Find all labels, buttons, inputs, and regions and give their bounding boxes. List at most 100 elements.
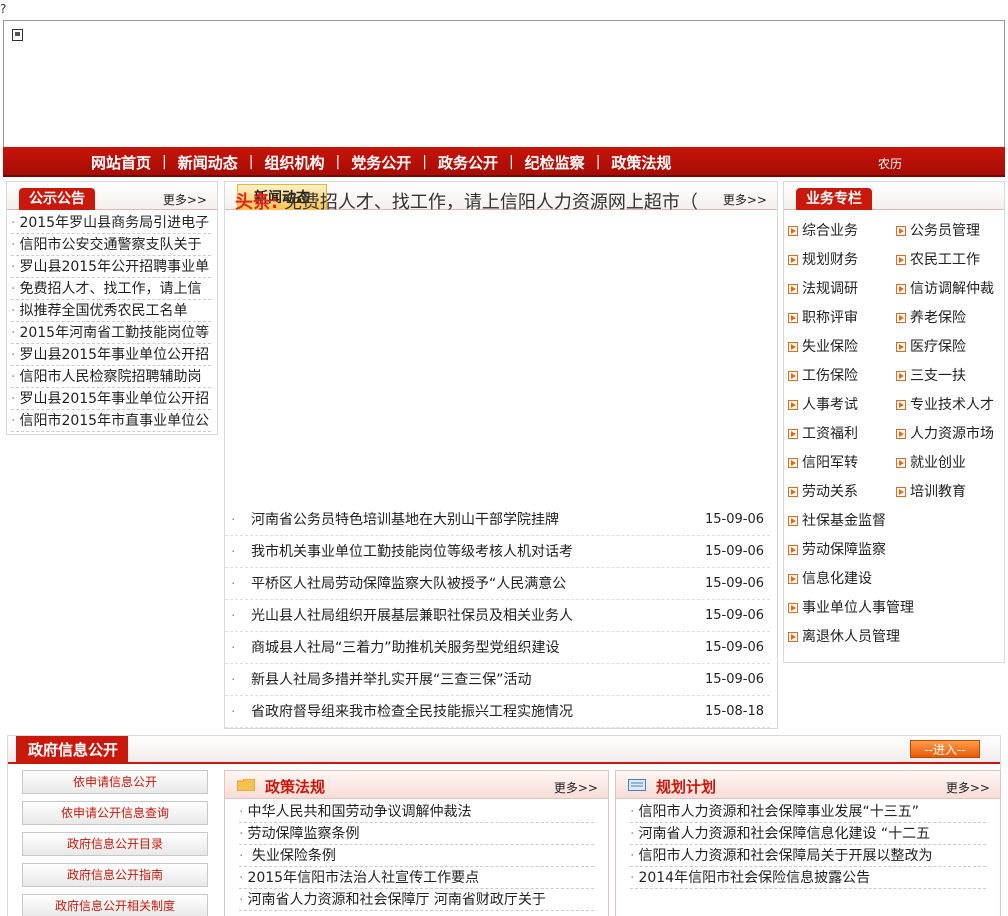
nav-item[interactable]: 政务公开	[438, 152, 498, 173]
bullet-icon: ·	[231, 512, 236, 528]
policy-more-link[interactable]: 更多>>	[554, 779, 598, 796]
policy-item[interactable]: 河南省人力资源和社会保障厅 河南省财政厅关于	[239, 889, 594, 911]
news-date: 15-09-06	[704, 576, 764, 591]
gov-button[interactable]: 政府信息公开指南	[22, 863, 208, 887]
news-title[interactable]: 平桥区人社局劳动保障监察大队被授予“人民满意公	[251, 568, 566, 600]
news-panel: 新闻动态 更多>> 头条: 免费招人才、找工作，请上信阳人力资源网上超市（ · 河…	[224, 181, 778, 729]
gov-button[interactable]: 依申请公开信息查询	[22, 801, 208, 825]
policy-item[interactable]: 2015年信阳市法治人社宣传工作要点	[239, 867, 594, 889]
nav-item[interactable]: 网站首页	[91, 152, 151, 173]
enter-button[interactable]: --进入--	[910, 740, 980, 758]
nav-items: 网站首页 | 新闻动态 | 组织机构 | 党务公开 | 政务公开 | 纪检监察 | 政策法规	[91, 147, 671, 177]
notice-item[interactable]: 罗山县2015年公开招聘事业单	[11, 256, 211, 278]
headline[interactable]: 头条: 免费招人才、找工作，请上信阳人力资源网上超市（	[235, 188, 698, 214]
gov-button[interactable]: 依申请信息公开	[22, 770, 208, 794]
business-link[interactable]: 信息化建设	[788, 568, 872, 588]
business-link[interactable]: 离退休人员管理	[788, 626, 900, 646]
nav-item[interactable]: 政策法规	[611, 152, 671, 173]
policy-title: 政策法规	[265, 778, 326, 796]
news-title[interactable]: 河南省公务员特色培训基地在大别山干部学院挂牌	[251, 504, 559, 536]
policy-item[interactable]: 失业保险条例	[239, 845, 594, 867]
notice-item[interactable]: 信阳市2015年市直事业单位公	[11, 410, 211, 432]
nav-item[interactable]: 党务公开	[351, 152, 411, 173]
business-link[interactable]: 人事考试	[788, 394, 858, 414]
business-link[interactable]: 公务员管理	[896, 220, 980, 240]
stray-glyph: ?	[0, 2, 7, 16]
business-link[interactable]: 事业单位人事管理	[788, 597, 914, 617]
arrow-icon	[788, 545, 798, 555]
nav-item[interactable]: 纪检监察	[525, 152, 585, 173]
news-more-link[interactable]: 更多>>	[723, 191, 767, 208]
business-link[interactable]: 信访调解仲裁	[896, 278, 994, 298]
business-link[interactable]: 职称评审	[788, 307, 858, 327]
news-row[interactable]: · 光山县人社局组织开展基层兼职社保员及相关业务人 15-09-06	[225, 600, 770, 632]
plan-item[interactable]: 信阳市人力资源和社会保障事业发展“十三五”	[630, 801, 986, 823]
news-title[interactable]: 省政府督导组来我市检查全民技能振兴工程实施情况	[251, 696, 573, 728]
notice-item[interactable]: 信阳市人民检察院招聘辅助岗	[11, 366, 211, 388]
business-link[interactable]: 专业技术人才	[896, 394, 994, 414]
business-link-label: 公务员管理	[910, 223, 980, 239]
notice-more-link[interactable]: 更多>>	[163, 191, 207, 208]
news-row[interactable]: · 河南省公务员特色培训基地在大别山干部学院挂牌 15-09-06	[225, 504, 770, 536]
notice-item[interactable]: 拟推荐全国优秀农民工名单	[11, 300, 211, 322]
news-row[interactable]: · 新县人社局多措并举扎实开展“三查三保”活动 15-09-06	[225, 664, 770, 696]
business-link-label: 农民工工作	[910, 252, 980, 268]
nav-separator: |	[162, 154, 167, 170]
notice-item[interactable]: 信阳市公安交通警察支队关于	[11, 234, 211, 256]
business-link[interactable]: 人力资源市场	[896, 423, 994, 443]
business-link[interactable]: 工伤保险	[788, 365, 858, 385]
notice-item[interactable]: 免费招人才、找工作，请上信	[11, 278, 211, 300]
news-row[interactable]: · 平桥区人社局劳动保障监察大队被授予“人民满意公 15-09-06	[225, 568, 770, 600]
business-link-label: 社保基金监督	[802, 513, 886, 529]
business-title: 业务专栏	[796, 188, 872, 210]
plan-title: 规划计划	[656, 778, 717, 796]
plan-panel-header: 规划计划 更多>>	[616, 771, 1000, 799]
plan-more-link[interactable]: 更多>>	[946, 779, 990, 796]
business-link[interactable]: 规划财务	[788, 249, 858, 269]
business-link[interactable]: 工资福利	[788, 423, 858, 443]
notice-item[interactable]: 罗山县2015年事业单位公开招	[11, 388, 211, 410]
headline-text[interactable]: 免费招人才、找工作，请上信阳人力资源网上超市（	[284, 192, 698, 213]
news-row[interactable]: · 商城县人社局“三着力”助推机关服务型党组织建设 15-09-06	[225, 632, 770, 664]
news-title[interactable]: 新县人社局多措并举扎实开展“三查三保”活动	[251, 664, 532, 696]
business-link[interactable]: 养老保险	[896, 307, 966, 327]
arrow-icon	[896, 284, 906, 294]
policy-item[interactable]: 劳动保障监察条例	[239, 823, 594, 845]
news-row[interactable]: · 我市机关事业单位工勤技能岗位等级考核人机对话考 15-09-06	[225, 536, 770, 568]
business-link[interactable]: 劳动关系	[788, 481, 858, 501]
nav-item[interactable]: 新闻动态	[178, 152, 238, 173]
business-link[interactable]: 农民工工作	[896, 249, 980, 269]
business-link[interactable]: 培训教育	[896, 481, 966, 501]
plan-item[interactable]: 2014年信阳市社会保险信息披露公告	[630, 867, 986, 889]
notice-panel: 公示公告 更多>> 2015年罗山县商务局引进电子信阳市公安交通警察支队关于罗山…	[6, 181, 218, 435]
business-link[interactable]: 综合业务	[788, 220, 858, 240]
news-date: 15-09-06	[704, 672, 764, 687]
folder-icon	[237, 779, 255, 791]
bullet-icon: ·	[231, 608, 236, 624]
business-link[interactable]: 劳动保障监察	[788, 539, 886, 559]
business-link[interactable]: 法规调研	[788, 278, 858, 298]
plan-item[interactable]: 信阳市人力资源和社会保障局关于开展以整改为	[630, 845, 986, 867]
business-link[interactable]: 三支一扶	[896, 365, 966, 385]
nav-item[interactable]: 组织机构	[264, 152, 324, 173]
business-link-label: 职称评审	[802, 310, 858, 326]
news-title[interactable]: 光山县人社局组织开展基层兼职社保员及相关业务人	[251, 600, 573, 632]
business-link[interactable]: 信阳军转	[788, 452, 858, 472]
notice-item[interactable]: 2015年罗山县商务局引进电子	[11, 212, 211, 234]
news-title[interactable]: 商城县人社局“三着力”助推机关服务型党组织建设	[251, 632, 560, 664]
news-title[interactable]: 我市机关事业单位工勤技能岗位等级考核人机对话考	[251, 536, 573, 568]
business-link[interactable]: 社保基金监督	[788, 510, 886, 530]
gov-button[interactable]: 政府信息公开相关制度	[22, 894, 208, 916]
gov-button[interactable]: 政府信息公开目录	[22, 832, 208, 856]
business-link[interactable]: 失业保险	[788, 336, 858, 356]
plan-item[interactable]: 河南省人力资源和社会保障信息化建设 “十二五	[630, 823, 986, 845]
business-link-label: 就业创业	[910, 455, 966, 471]
news-date: 15-09-06	[704, 640, 764, 655]
notice-item[interactable]: 罗山县2015年事业单位公开招	[11, 344, 211, 366]
policy-item[interactable]: 中华人民共和国劳动争议调解仲裁法	[239, 801, 594, 823]
business-link[interactable]: 医疗保险	[896, 336, 966, 356]
business-link[interactable]: 就业创业	[896, 452, 966, 472]
policy-panel-header: 政策法规 更多>>	[225, 771, 608, 799]
news-row[interactable]: · 省政府督导组来我市检查全民技能振兴工程实施情况 15-08-18	[225, 696, 770, 728]
notice-item[interactable]: 2015年河南省工勤技能岗位等	[11, 322, 211, 344]
